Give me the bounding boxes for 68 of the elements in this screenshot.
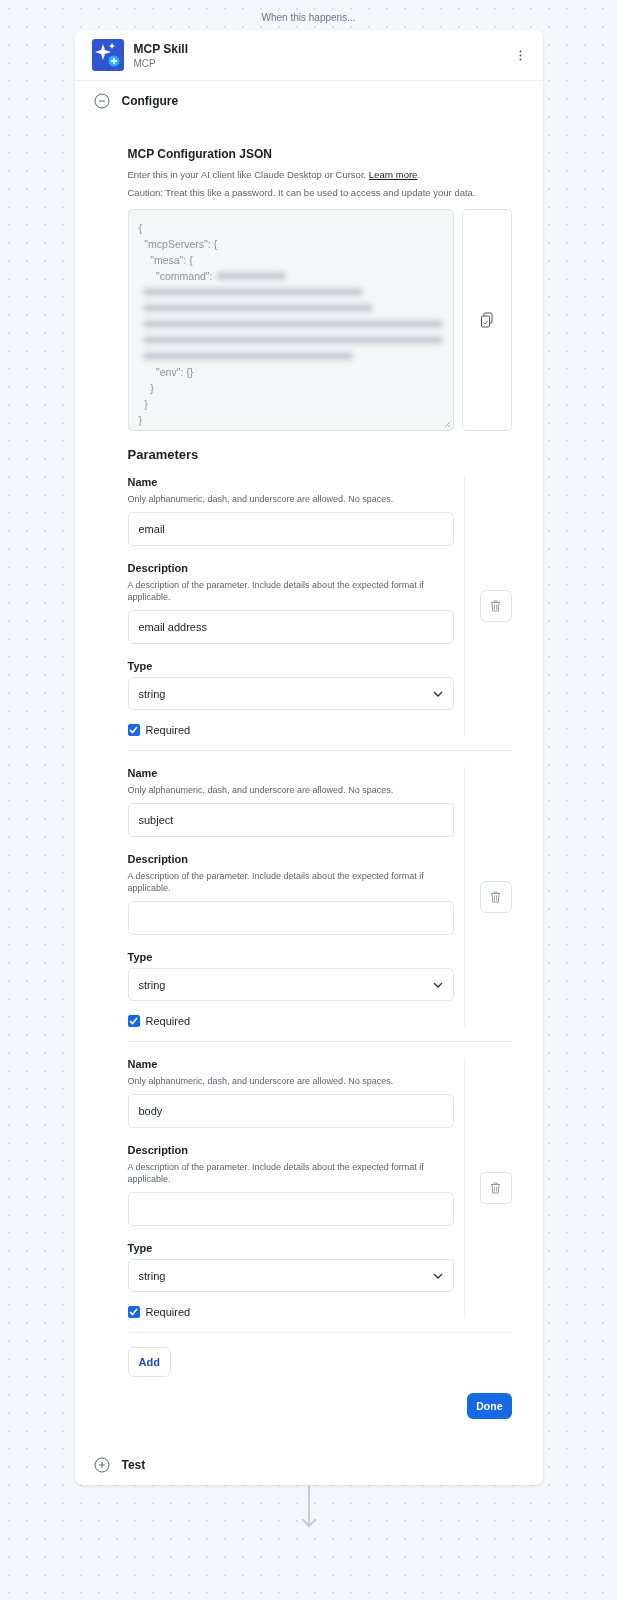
field-hint: A description of the parameter. Include details about the expected format if applicable. xyxy=(127,870,425,894)
checkbox-label: Required xyxy=(145,724,191,736)
checkbox-label: Required xyxy=(145,1015,191,1027)
description-input[interactable] xyxy=(127,901,454,935)
field-hint: Only alphanumeric, dash, and underscore are allowed. No spaces. xyxy=(127,784,395,796)
code-line: } xyxy=(149,382,154,394)
name-input[interactable]: email xyxy=(127,512,454,546)
code-line: "env": {} xyxy=(155,366,194,378)
down-arrow-icon xyxy=(298,1485,319,1529)
required-checkbox[interactable] xyxy=(127,1306,140,1318)
type-select[interactable]: string xyxy=(127,677,454,710)
field-label: Description xyxy=(127,853,189,865)
code-line: } xyxy=(143,398,148,410)
step-title: MCP Skill xyxy=(133,41,189,56)
type-select[interactable]: string xyxy=(127,968,454,1001)
field-label: Description xyxy=(127,562,189,574)
trash-icon xyxy=(490,1182,501,1194)
field-label: Name xyxy=(127,767,159,779)
field-hint: A description of the parameter. Include details about the expected format if applicable. xyxy=(127,1161,425,1185)
add-button[interactable]: Add xyxy=(127,1347,171,1377)
field-hint: Only alphanumeric, dash, and underscore are allowed. No spaces. xyxy=(127,1075,395,1087)
chevron-down-icon xyxy=(432,981,443,988)
code-line: "mcpServers": { xyxy=(143,238,218,250)
field-label: Type xyxy=(127,1242,154,1254)
section-heading: MCP Configuration JSON xyxy=(127,147,273,161)
code-line: { xyxy=(138,222,142,234)
field-hint: A description of the parameter. Include details about the expected format if applicable. xyxy=(127,579,425,603)
required-checkbox[interactable] xyxy=(127,724,140,736)
chevron-down-icon xyxy=(432,690,443,697)
plus-circle-icon xyxy=(93,1457,110,1473)
section-title: Configure xyxy=(121,93,180,110)
resize-handle-icon[interactable] xyxy=(443,421,451,428)
copy-icon xyxy=(479,312,494,328)
type-select[interactable]: string xyxy=(127,1259,454,1292)
required-checkbox[interactable] xyxy=(127,1015,140,1027)
sparkle-plus-logo-icon xyxy=(91,39,124,71)
delete-button[interactable] xyxy=(479,1172,512,1204)
section-toggle-button[interactable] xyxy=(93,1457,110,1473)
trash-icon xyxy=(490,600,501,612)
field-label: Name xyxy=(127,1058,159,1070)
section-title: Test xyxy=(121,1457,147,1473)
field-label: Type xyxy=(127,951,154,963)
chevron-down-icon xyxy=(432,1272,443,1279)
code-line: "mesa": { xyxy=(149,254,193,266)
section-toggle-button[interactable] xyxy=(93,93,110,109)
intro-text: Enter this in your AI client like Claude Desktop or Cursor. Learn more. xyxy=(127,169,422,181)
name-input[interactable]: body xyxy=(127,1094,454,1128)
delete-button[interactable] xyxy=(479,881,512,913)
copy-button[interactable] xyxy=(461,209,512,431)
blurred-text xyxy=(216,272,287,280)
kebab-menu-icon xyxy=(519,49,522,61)
checkbox-label: Required xyxy=(145,1306,191,1318)
section-heading: Parameters xyxy=(127,447,200,462)
field-label: Description xyxy=(127,1144,189,1156)
code-line: "command": xyxy=(155,270,213,282)
field-hint: Only alphanumeric, dash, and underscore are allowed. No spaces. xyxy=(127,493,395,505)
field-label: Type xyxy=(127,660,154,672)
minus-circle-icon xyxy=(93,93,110,109)
name-input[interactable]: subject xyxy=(127,803,454,837)
field-label: Name xyxy=(127,476,159,488)
description-input[interactable]: email address xyxy=(127,610,454,644)
code-line: } xyxy=(138,414,142,426)
description-input[interactable] xyxy=(127,1192,454,1226)
caution-text: Caution: Treat this like a password. It can be used to access and update your data. xyxy=(127,187,477,199)
delete-button[interactable] xyxy=(479,590,512,622)
done-button[interactable]: Done xyxy=(467,1393,512,1419)
step-subtitle: MCP xyxy=(133,57,157,69)
trash-icon xyxy=(490,891,501,903)
